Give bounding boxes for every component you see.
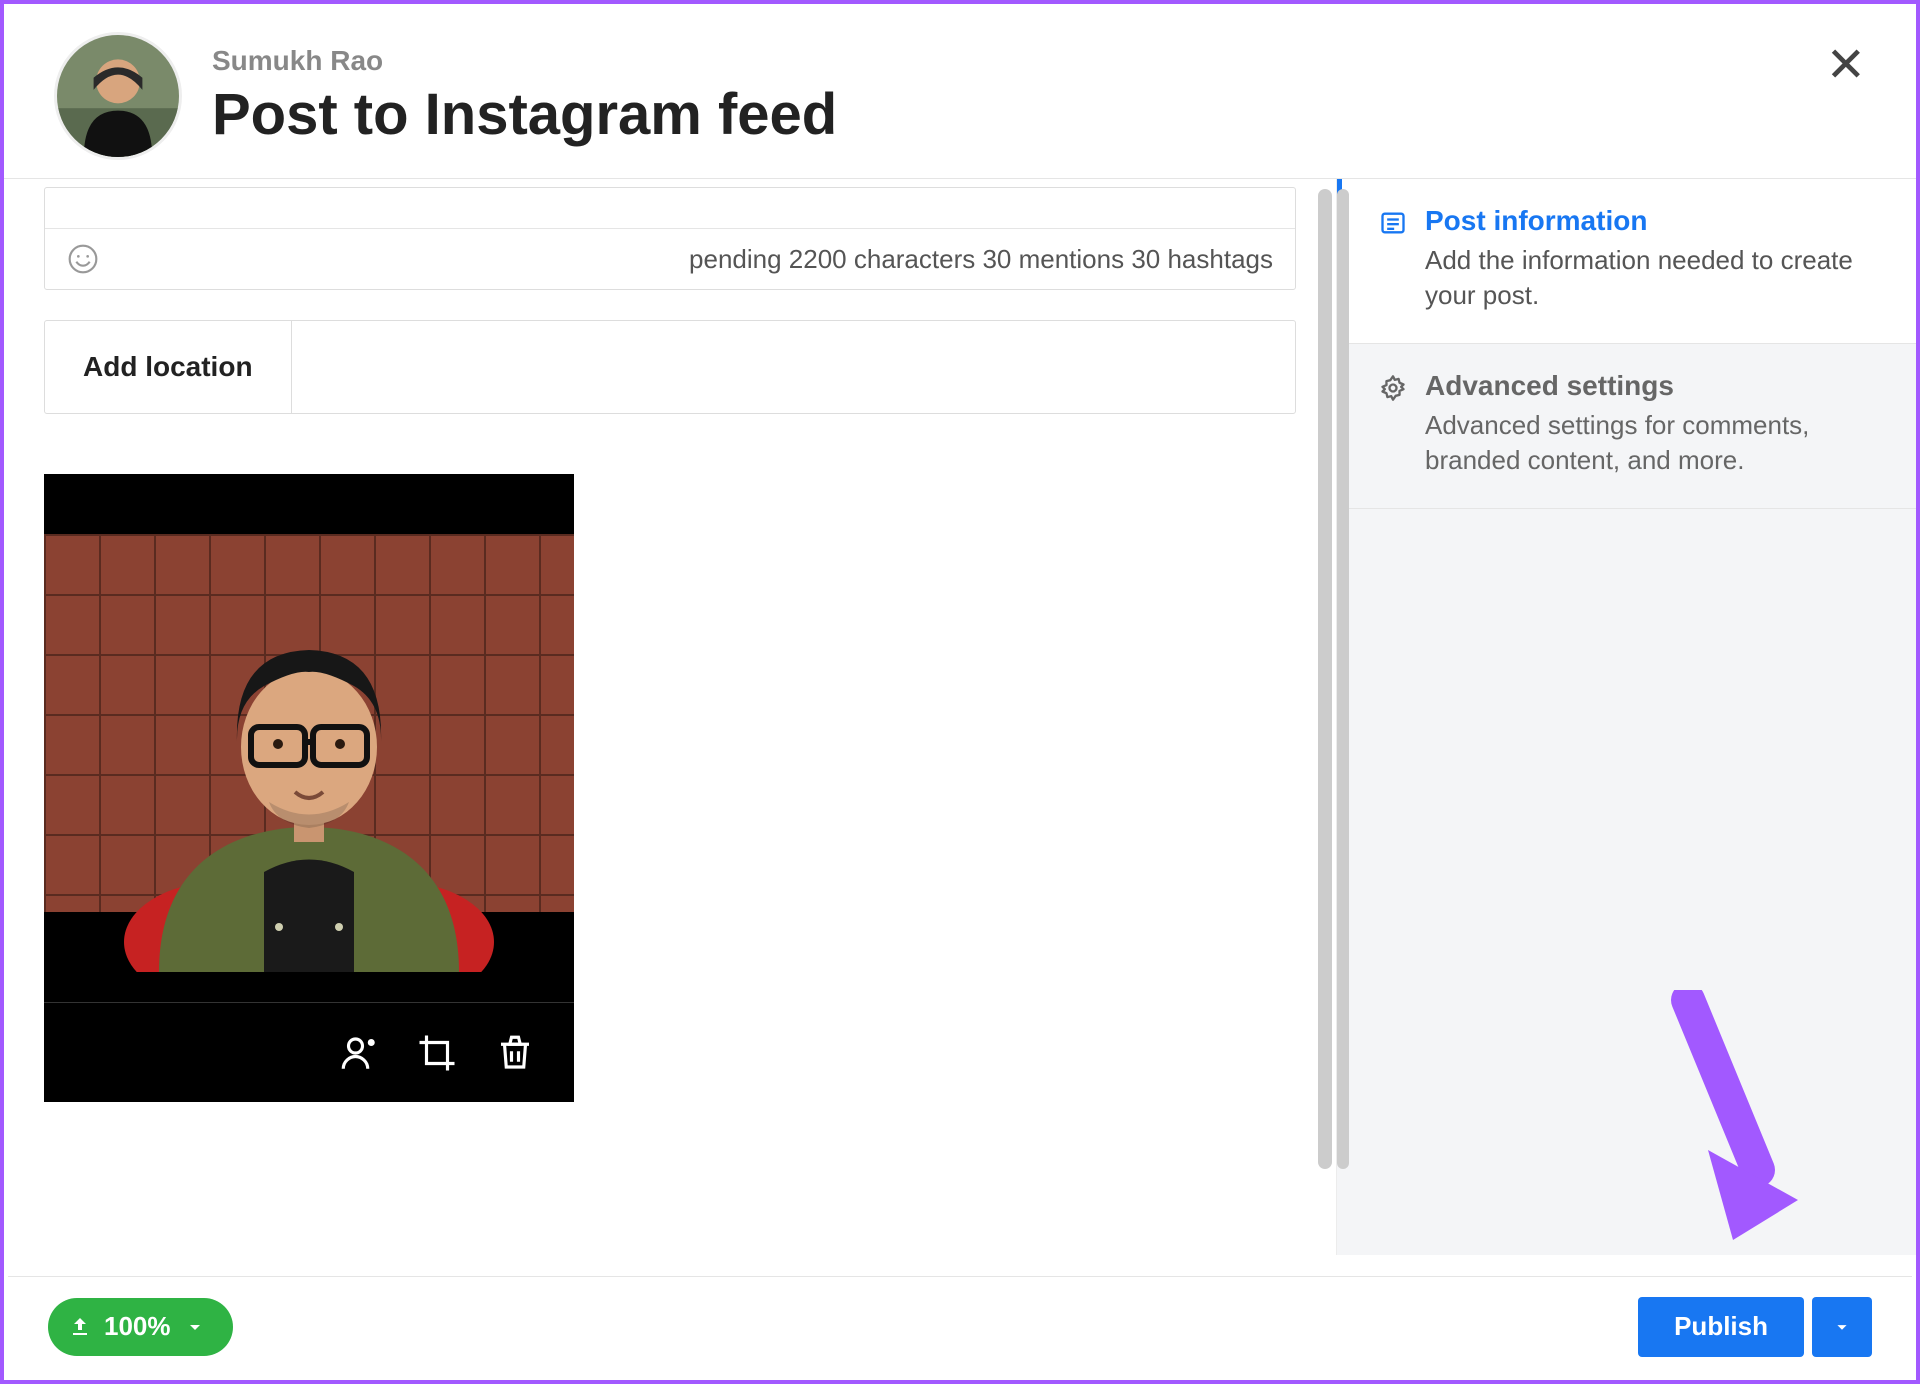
delete-icon[interactable]: [494, 1032, 536, 1074]
publish-dropdown-button[interactable]: [1812, 1297, 1872, 1357]
sidebar-item-label: Post information: [1425, 205, 1884, 237]
sidebar-item-desc: Add the information needed to create you…: [1425, 243, 1884, 313]
publish-button[interactable]: Publish: [1638, 1297, 1804, 1357]
caret-down-icon: [1831, 1316, 1853, 1338]
footer-bar: 100% Publish: [8, 1276, 1912, 1376]
sidebar-item-label: Advanced settings: [1425, 370, 1884, 402]
page-title: Post to Instagram feed: [212, 81, 837, 148]
caption-counter: pending 2200 characters 30 mentions 30 h…: [689, 244, 1273, 275]
crop-icon[interactable]: [416, 1032, 458, 1074]
dialog-header: Sumukh Rao Post to Instagram feed ✕: [4, 4, 1916, 179]
media-image: [44, 474, 574, 1002]
main-panel: pending 2200 characters 30 mentions 30 h…: [4, 179, 1336, 1255]
upload-status-pill[interactable]: 100%: [48, 1298, 233, 1356]
caption-input[interactable]: [45, 188, 1295, 228]
chevron-down-icon: [183, 1315, 207, 1339]
sidebar-item-post-information[interactable]: Post information Add the information nee…: [1337, 179, 1916, 344]
avatar: [54, 32, 182, 160]
tag-people-icon[interactable]: [338, 1032, 380, 1074]
sidebar-item-desc: Advanced settings for comments, branded …: [1425, 408, 1884, 478]
sidebar: Post information Add the information nee…: [1336, 179, 1916, 1255]
add-location-label: Add location: [45, 321, 292, 413]
upload-percent: 100%: [104, 1311, 171, 1342]
sidebar-scrollbar[interactable]: [1337, 189, 1349, 1189]
add-location-input[interactable]: [292, 321, 1295, 413]
media-preview: [44, 474, 574, 1102]
caption-box: pending 2200 characters 30 mentions 30 h…: [44, 187, 1296, 290]
gear-icon: [1379, 374, 1407, 478]
sidebar-item-advanced-settings[interactable]: Advanced settings Advanced settings for …: [1337, 344, 1916, 509]
main-scrollbar[interactable]: [1318, 189, 1332, 1219]
post-info-icon: [1379, 209, 1407, 313]
location-box: Add location: [44, 320, 1296, 414]
account-username: Sumukh Rao: [212, 45, 837, 77]
emoji-icon[interactable]: [67, 243, 99, 275]
close-icon[interactable]: ✕: [1826, 42, 1866, 90]
media-toolbar: [44, 1002, 574, 1102]
